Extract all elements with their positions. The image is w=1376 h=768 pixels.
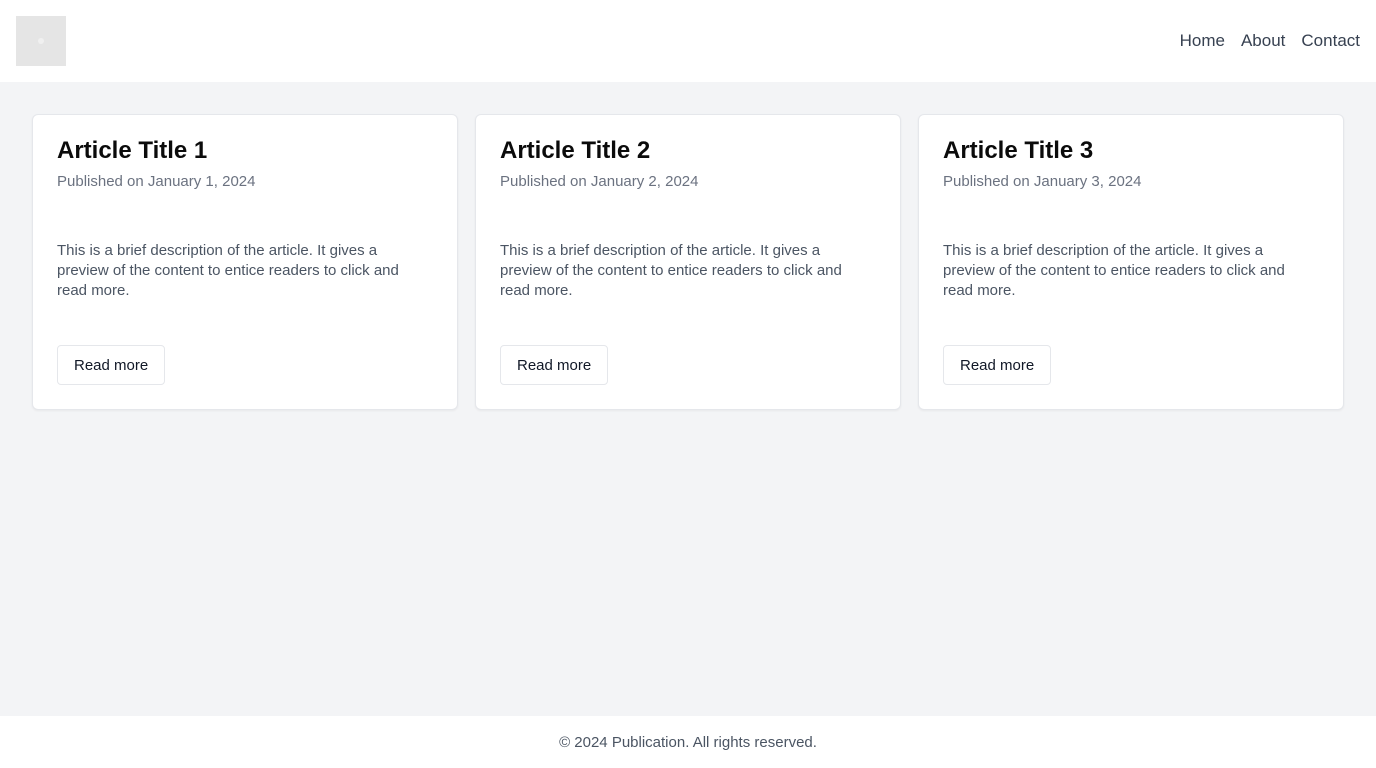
logo-placeholder-icon[interactable] xyxy=(16,16,66,66)
read-more-button[interactable]: Read more xyxy=(57,345,166,385)
nav-link-about[interactable]: About xyxy=(1241,31,1285,51)
article-date: Published on January 2, 2024 xyxy=(500,173,699,190)
article-card: Article Title 1 Published on January 1, … xyxy=(32,114,458,410)
read-more-button[interactable]: Read more xyxy=(500,345,609,385)
article-date: Published on January 3, 2024 xyxy=(943,173,1142,190)
article-description: This is a brief description of the artic… xyxy=(943,242,1285,299)
article-description: This is a brief description of the artic… xyxy=(57,242,399,299)
article-description: This is a brief description of the artic… xyxy=(500,242,842,299)
main-nav: Home About Contact xyxy=(1180,31,1360,51)
site-footer: © 2024 Publication. All rights reserved. xyxy=(0,716,1376,768)
site-header: Home About Contact xyxy=(0,0,1376,82)
nav-link-home[interactable]: Home xyxy=(1180,31,1225,51)
article-card: Article Title 3 Published on January 3, … xyxy=(918,114,1344,410)
article-title: Article Title 3 xyxy=(943,137,1094,164)
nav-link-contact[interactable]: Contact xyxy=(1301,31,1360,51)
logo-dot xyxy=(38,38,44,44)
article-title: Article Title 1 xyxy=(57,137,208,164)
read-more-button[interactable]: Read more xyxy=(943,345,1052,385)
article-title: Article Title 2 xyxy=(500,137,651,164)
article-date: Published on January 1, 2024 xyxy=(57,173,256,190)
article-card: Article Title 2 Published on January 2, … xyxy=(475,114,901,410)
footer-copyright: © 2024 Publication. All rights reserved. xyxy=(559,733,817,751)
article-grid: Article Title 1 Published on January 1, … xyxy=(32,114,1344,410)
